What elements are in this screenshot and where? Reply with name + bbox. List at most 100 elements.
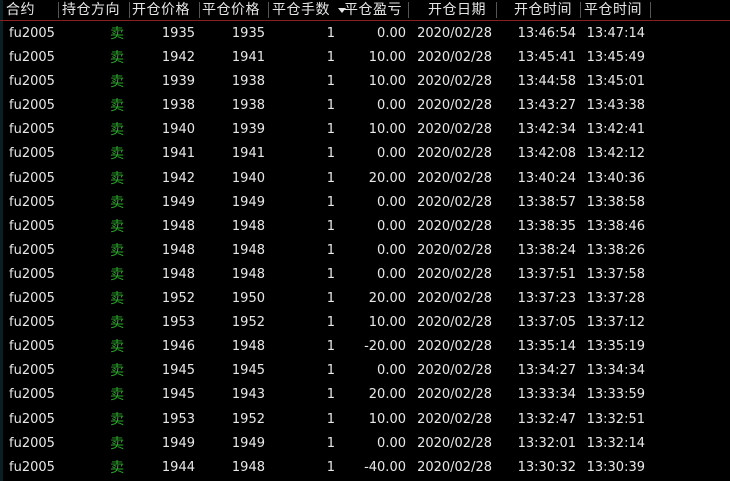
cell-open-price: 1939 bbox=[161, 74, 195, 90]
cell-quantity: 1 bbox=[326, 315, 335, 331]
cell-contract: fu2005 bbox=[9, 266, 55, 282]
table-row[interactable]: fu2005 卖 1945 1945 1 0.00 2020/02/28 13:34:27 13… bbox=[0, 359, 730, 383]
table-row[interactable]: fu2005 卖 1949 1949 1 0.00 2020/02/28 13:38:57 13… bbox=[0, 191, 730, 215]
table-row[interactable]: fu2005 卖 1945 1943 1 20.00 2020/02/28 13:33:34 1… bbox=[0, 383, 730, 407]
cell-close-price: 1935 bbox=[231, 26, 265, 41]
table-row[interactable]: fu2005 卖 1946 1948 1 -20.00 2020/02/28 13:35:14… bbox=[0, 335, 730, 359]
cell-open-price: 1935 bbox=[161, 26, 195, 41]
table-row[interactable]: fu2005 卖 1949 1949 1 0.00 2020/02/28 13:32:01 13… bbox=[0, 432, 730, 456]
cell-pnl: 10.00 bbox=[368, 315, 406, 331]
cell-open-price: 1945 bbox=[161, 363, 195, 379]
col-header-open-time[interactable]: 开仓时间 bbox=[514, 0, 572, 20]
table-row[interactable]: fu2005 卖 1948 1948 1 0.00 2020/02/28 13:38:35 13… bbox=[0, 215, 730, 239]
cell-direction: 卖 bbox=[110, 411, 124, 428]
cell-quantity: 1 bbox=[326, 266, 335, 282]
cell-quantity: 1 bbox=[326, 170, 335, 186]
cell-open-date: 2020/02/28 bbox=[417, 146, 492, 162]
cell-open-time: 13:38:57 bbox=[517, 194, 576, 210]
cell-contract: fu2005 bbox=[9, 218, 55, 234]
table-row[interactable]: fu2005 卖 1953 1952 1 10.00 2020/02/28 13:32:47 1… bbox=[0, 408, 730, 432]
cell-open-date: 2020/02/28 bbox=[417, 98, 492, 114]
cell-direction: 卖 bbox=[110, 363, 124, 380]
cell-quantity: 1 bbox=[326, 50, 335, 66]
cell-pnl: 0.00 bbox=[377, 146, 406, 162]
cell-quantity: 1 bbox=[326, 218, 335, 234]
column-divider[interactable] bbox=[650, 2, 651, 18]
cell-quantity: 1 bbox=[326, 98, 335, 114]
cell-quantity: 1 bbox=[326, 194, 335, 210]
table-row[interactable]: fu2005 卖 1938 1938 1 0.00 2020/02/28 13:43:27 13… bbox=[0, 94, 730, 118]
cell-open-time: 13:32:01 bbox=[517, 435, 576, 451]
cell-open-time: 13:37:05 bbox=[517, 315, 576, 331]
table-row[interactable]: fu2005 卖 1942 1941 1 10.00 2020/02/28 13:45:41 1… bbox=[0, 46, 730, 70]
table-row[interactable]: fu2005 卖 1948 1948 1 0.00 2020/02/28 13:38:24 13… bbox=[0, 239, 730, 263]
cell-quantity: 1 bbox=[326, 339, 335, 355]
cell-open-time: 13:38:24 bbox=[517, 242, 576, 258]
cell-open-price: 1945 bbox=[161, 387, 195, 403]
cell-quantity: 1 bbox=[326, 387, 335, 403]
cell-close-price: 1939 bbox=[231, 122, 265, 138]
cell-close-price: 1950 bbox=[231, 291, 265, 307]
cell-pnl: 20.00 bbox=[368, 387, 406, 403]
cell-open-date: 2020/02/28 bbox=[417, 459, 492, 475]
cell-close-price: 1938 bbox=[231, 98, 265, 114]
cell-open-price: 1948 bbox=[161, 242, 195, 258]
column-divider[interactable] bbox=[408, 2, 409, 18]
col-header-close-price[interactable]: 平仓价格 bbox=[202, 0, 260, 20]
column-divider[interactable] bbox=[496, 2, 497, 18]
col-header-close-time[interactable]: 平仓时间 bbox=[584, 0, 642, 20]
cell-pnl: 0.00 bbox=[377, 98, 406, 114]
cell-contract: fu2005 bbox=[9, 339, 55, 355]
cell-pnl: 0.00 bbox=[377, 218, 406, 234]
cell-direction: 卖 bbox=[110, 387, 124, 404]
table-body: fu2005 卖 1935 1935 1 0.00 2020/02/28 13:46:54 13… bbox=[0, 22, 730, 480]
cell-close-time: 13:34:34 bbox=[586, 363, 645, 379]
cell-direction: 卖 bbox=[110, 50, 124, 67]
cell-direction: 卖 bbox=[110, 291, 124, 308]
cell-open-date: 2020/02/28 bbox=[417, 194, 492, 210]
cell-open-date: 2020/02/28 bbox=[417, 122, 492, 138]
cell-open-price: 1944 bbox=[161, 459, 195, 475]
table-row[interactable]: fu2005 卖 1948 1948 1 0.00 2020/02/28 13:37:51 13… bbox=[0, 263, 730, 287]
col-header-open-date[interactable]: 开仓日期 bbox=[428, 0, 486, 20]
cell-contract: fu2005 bbox=[9, 146, 55, 162]
col-header-direction[interactable]: 持仓方向 bbox=[62, 0, 120, 20]
cell-close-time: 13:38:58 bbox=[586, 194, 645, 210]
column-divider[interactable] bbox=[129, 2, 130, 18]
cell-direction: 卖 bbox=[110, 74, 124, 91]
table-row[interactable]: fu2005 卖 1952 1950 1 20.00 2020/02/28 13:37:23 1… bbox=[0, 287, 730, 311]
table-row[interactable]: fu2005 卖 1944 1948 1 -40.00 2020/02/28 13:30:32… bbox=[0, 456, 730, 480]
table-row[interactable]: fu2005 卖 1942 1940 1 20.00 2020/02/28 13:40:24 1… bbox=[0, 167, 730, 191]
cell-close-price: 1948 bbox=[231, 266, 265, 282]
cell-quantity: 1 bbox=[326, 242, 335, 258]
table-row[interactable]: fu2005 卖 1953 1952 1 10.00 2020/02/28 13:37:05 1… bbox=[0, 311, 730, 335]
cell-close-time: 13:42:12 bbox=[586, 146, 645, 162]
table-header: 合约 持仓方向 开仓价格 平仓价格 平仓手数 平仓盈亏 开仓日期 开仓时间 平仓… bbox=[0, 0, 730, 21]
cell-open-time: 13:34:27 bbox=[517, 363, 576, 379]
cell-close-price: 1952 bbox=[231, 411, 265, 427]
col-header-pnl[interactable]: 平仓盈亏 bbox=[344, 0, 402, 20]
cell-close-price: 1948 bbox=[231, 459, 265, 475]
cell-open-price: 1942 bbox=[161, 50, 195, 66]
col-header-quantity[interactable]: 平仓手数 bbox=[272, 0, 330, 20]
cell-open-time: 13:46:54 bbox=[517, 26, 576, 41]
cell-open-price: 1949 bbox=[161, 194, 195, 210]
cell-direction: 卖 bbox=[110, 242, 124, 259]
column-divider[interactable] bbox=[199, 2, 200, 18]
table-row[interactable]: fu2005 卖 1940 1939 1 10.00 2020/02/28 13:42:34 1… bbox=[0, 118, 730, 142]
cell-close-price: 1949 bbox=[231, 194, 265, 210]
cell-close-time: 13:38:46 bbox=[586, 218, 645, 234]
cell-direction: 卖 bbox=[110, 339, 124, 356]
column-divider[interactable] bbox=[580, 2, 581, 18]
cell-open-price: 1953 bbox=[161, 315, 195, 331]
col-header-open-price[interactable]: 开仓价格 bbox=[132, 0, 190, 20]
table-row[interactable]: fu2005 卖 1939 1938 1 10.00 2020/02/28 13:44:58 1… bbox=[0, 70, 730, 94]
cell-direction: 卖 bbox=[110, 459, 124, 476]
cell-open-date: 2020/02/28 bbox=[417, 339, 492, 355]
col-header-contract[interactable]: 合约 bbox=[6, 0, 35, 20]
column-divider[interactable] bbox=[58, 2, 59, 18]
cell-open-time: 13:44:58 bbox=[517, 74, 576, 90]
column-divider[interactable] bbox=[268, 2, 269, 18]
table-row[interactable]: fu2005 卖 1941 1941 1 0.00 2020/02/28 13:42:08 13… bbox=[0, 142, 730, 166]
table-row[interactable]: fu2005 卖 1935 1935 1 0.00 2020/02/28 13:46:54 13… bbox=[0, 22, 730, 46]
